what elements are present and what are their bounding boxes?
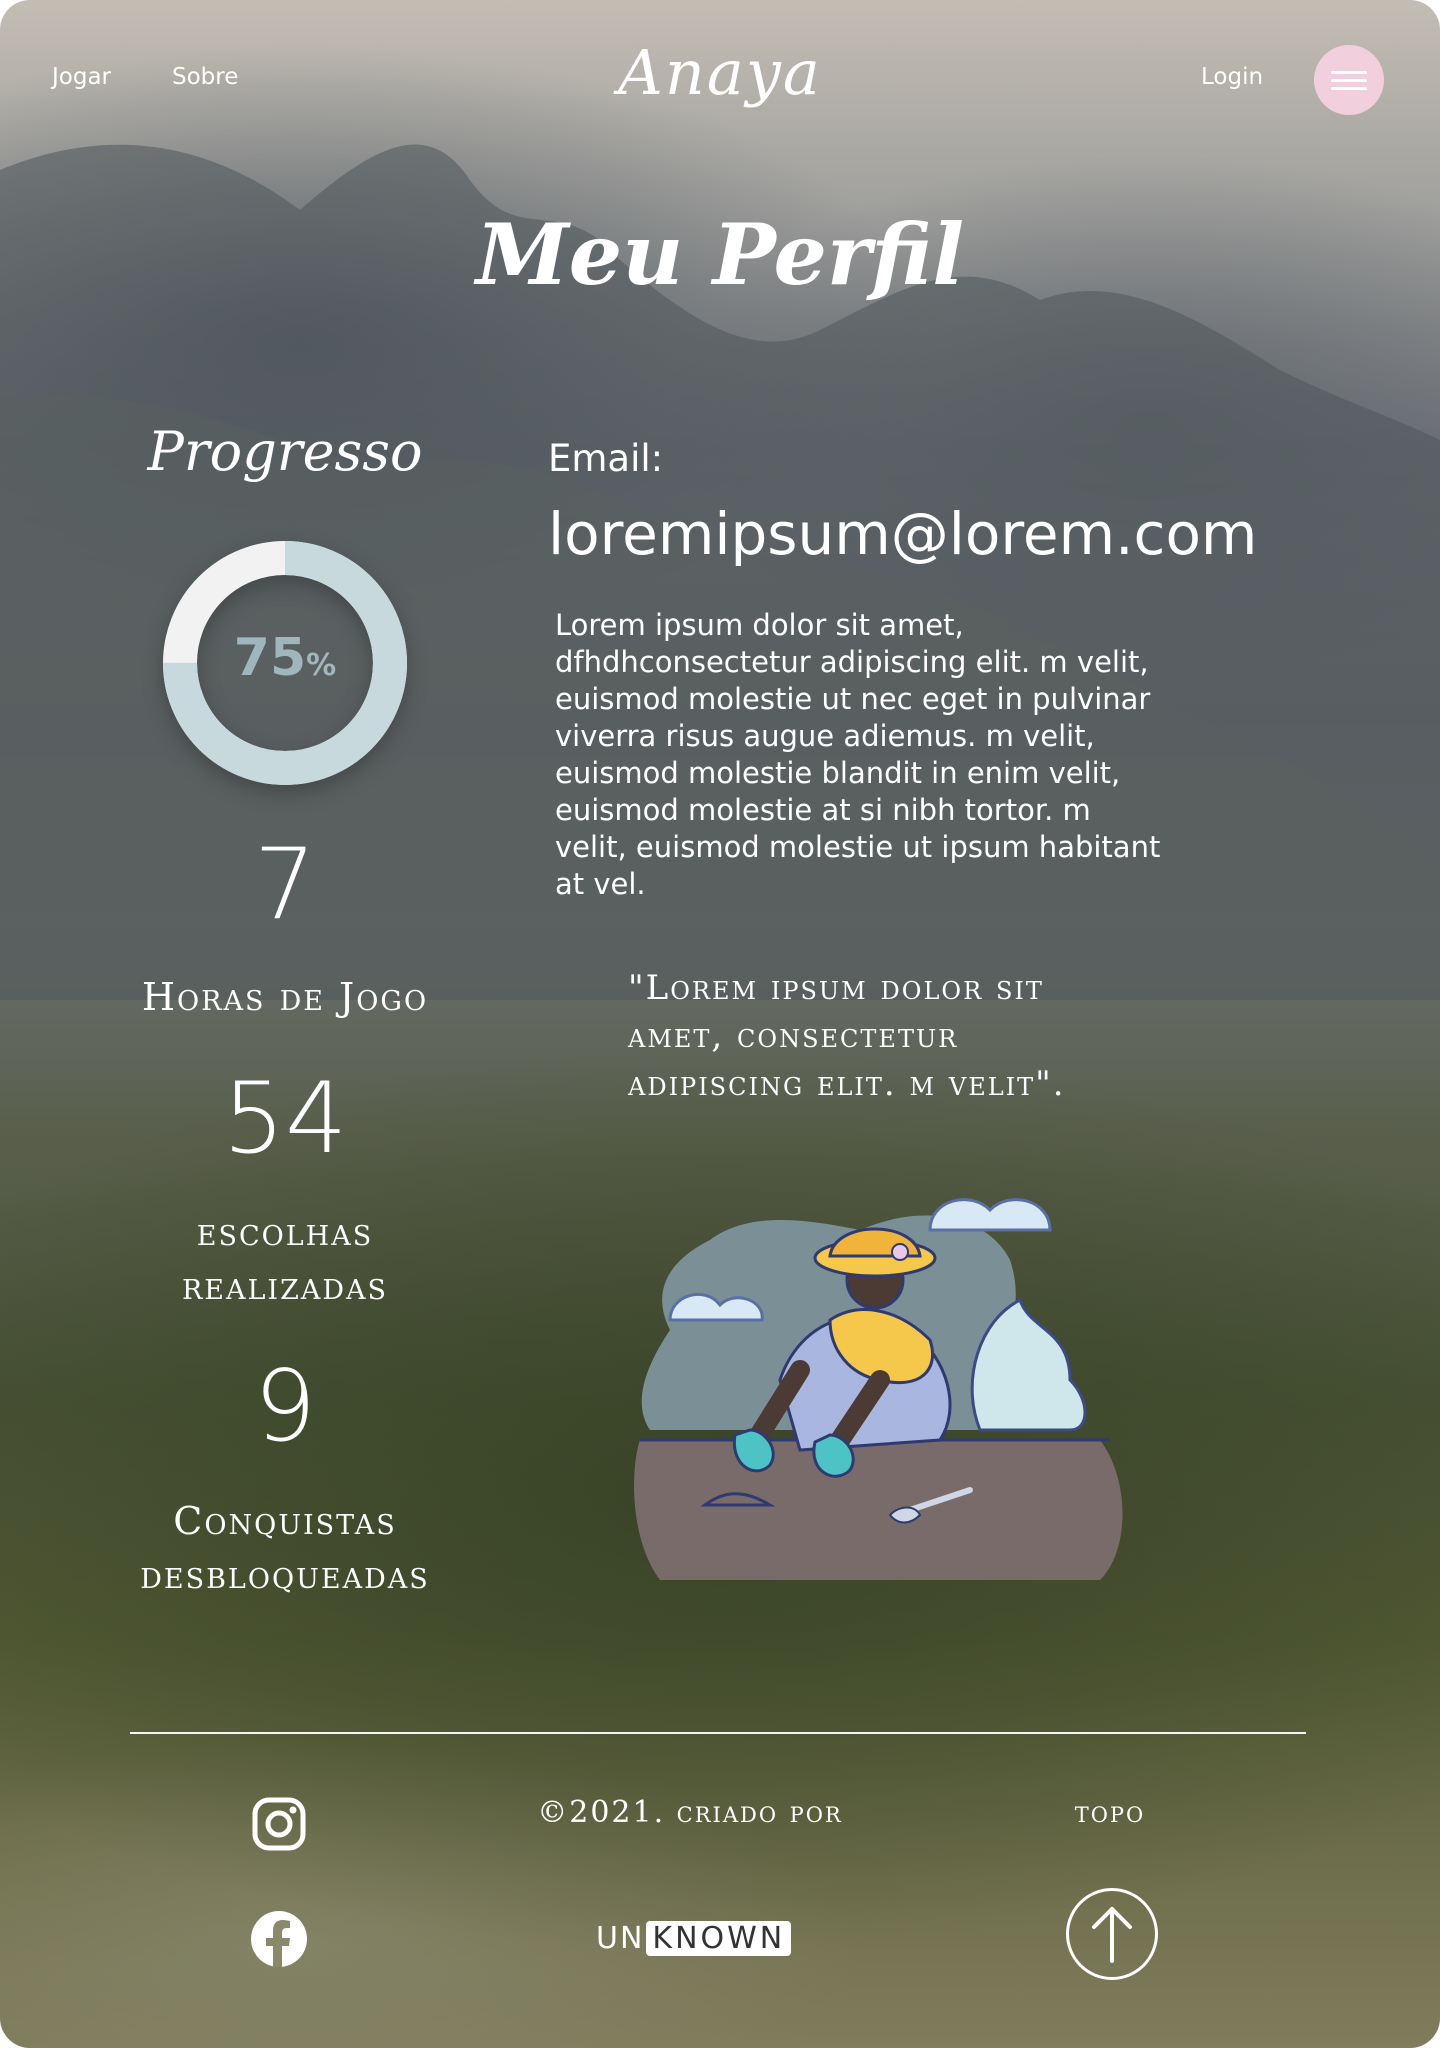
quote-line: adipiscing elit. m velit".	[628, 1064, 1066, 1104]
stat-choices-caption: escolhas realizadas	[90, 1205, 480, 1313]
quote-line: amet, consectetur	[628, 1016, 959, 1056]
bio-line: euismod molestie ut nec eget in pulvinar	[555, 682, 1151, 716]
bio-line: viverra risus augue adiemus. m velit,	[555, 719, 1095, 753]
email-value: loremipsum@lorem.com	[548, 500, 1258, 568]
progress-title: Progresso	[147, 420, 423, 483]
copyright-text: ©2021. criado por	[537, 1795, 843, 1830]
hamburger-menu-icon	[1331, 66, 1367, 95]
facebook-icon[interactable]	[250, 1910, 308, 1968]
stat-achievements-caption-line: Conquistas	[173, 1499, 397, 1543]
unknown-logo-box: KNOWN	[646, 1920, 792, 1956]
quote-line: "Lorem ipsum dolor sit	[628, 968, 1044, 1008]
unknown-logo[interactable]: UN KNOWN	[596, 1918, 792, 1958]
stat-choices-caption-line: escolhas	[196, 1210, 374, 1254]
profile-bio: Lorem ipsum dolor sit amet, dfhdhconsect…	[555, 607, 1215, 903]
stat-achievements-value: 9	[253, 1350, 317, 1464]
stat-hours-caption: Horas de Jogo	[141, 975, 429, 1019]
progress-percent-value: 75	[233, 628, 307, 688]
brand-logo[interactable]: Anaya	[560, 36, 880, 109]
nav-sobre-link[interactable]: Sobre	[172, 64, 238, 90]
stat-choices-value: 54	[222, 1062, 348, 1176]
progress-percent: 75%	[160, 628, 410, 688]
profile-quote: "Lorem ipsum dolor sit amet, consectetur…	[628, 964, 1138, 1108]
footer-divider	[130, 1732, 1306, 1734]
arrow-up-icon	[1092, 1907, 1132, 1963]
email-label: Email:	[548, 437, 664, 480]
progress-percent-sign: %	[306, 648, 337, 683]
gardener-illustration	[634, 1198, 1123, 1580]
page-title: Meu Perfil	[475, 205, 965, 304]
menu-button[interactable]	[1314, 45, 1384, 115]
login-link[interactable]: Login	[1201, 64, 1263, 90]
stat-choices-caption-line: realizadas	[181, 1264, 389, 1308]
unknown-logo-prefix: UN	[596, 1920, 645, 1956]
instagram-icon[interactable]	[250, 1795, 308, 1853]
back-to-top-label[interactable]: topo	[1030, 1795, 1190, 1830]
profile-page: Jogar Sobre Anaya Login Meu Perfil Progr…	[0, 0, 1440, 2048]
bio-line: euismod molestie blandit in enim velit,	[555, 756, 1121, 790]
bio-line: dfhdhconsectetur adipiscing elit. m veli…	[555, 645, 1149, 679]
bio-line: at vel.	[555, 867, 646, 901]
stat-achievements-caption-line: desbloqueadas	[140, 1553, 430, 1597]
stat-achievements-caption: Conquistas desbloqueadas	[90, 1494, 480, 1602]
bio-line: euismod molestie at si nibh tortor. m	[555, 793, 1091, 827]
stat-hours-value: 7	[253, 828, 317, 942]
nav-jogar-link[interactable]: Jogar	[52, 64, 111, 90]
bio-line: velit, euismod molestie ut ipsum habitan…	[555, 830, 1161, 864]
bio-line: Lorem ipsum dolor sit amet,	[555, 608, 964, 642]
back-to-top-button[interactable]	[1066, 1888, 1158, 1980]
